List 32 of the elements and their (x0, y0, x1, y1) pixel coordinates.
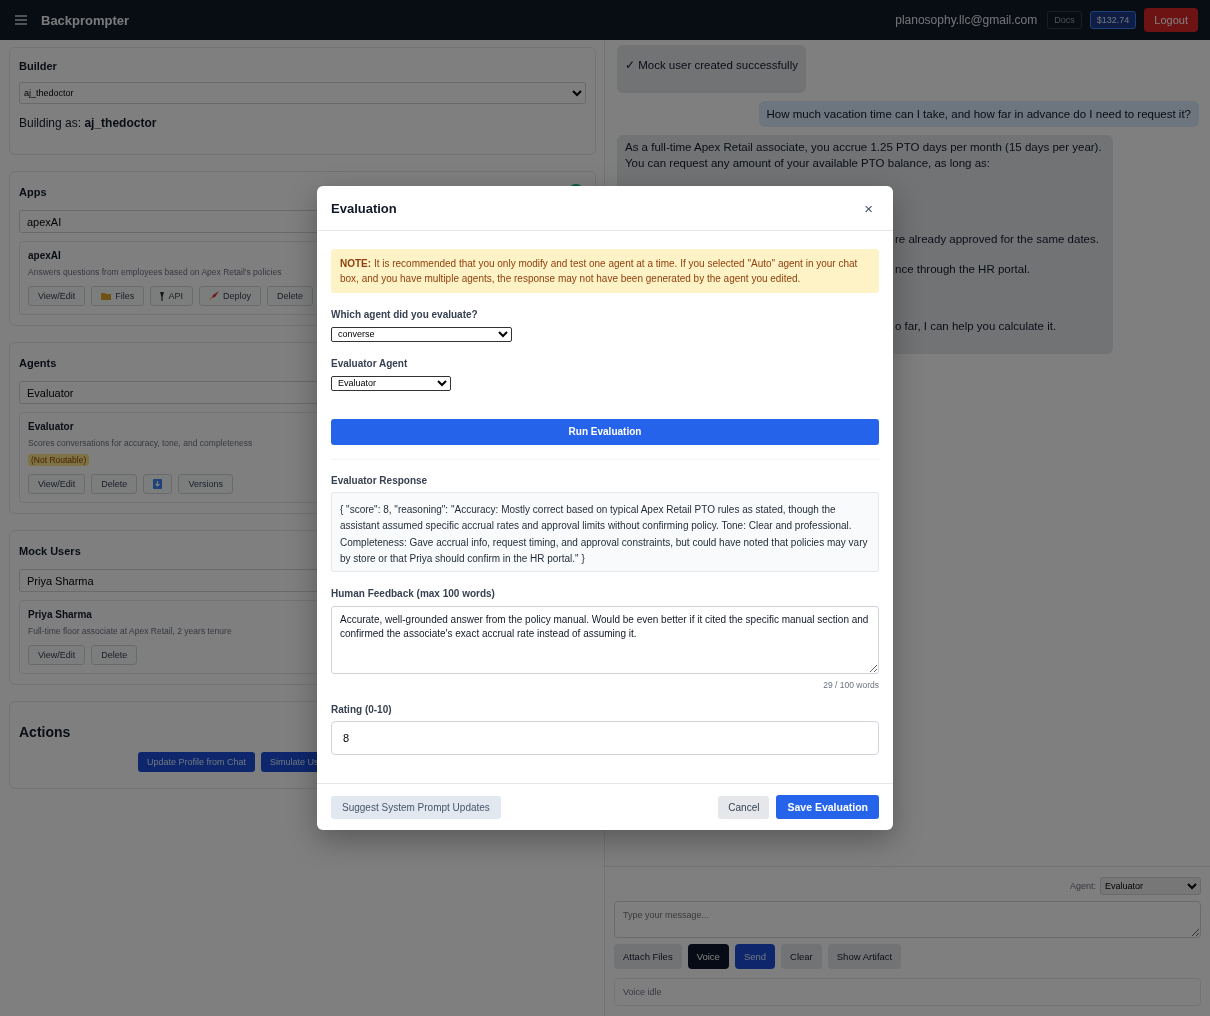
note-text: NOTE: It is recommended that you only modify and test one agent at a time. If you selected "Auto" agent in your chat box, and you have multiple agents, the response may not have been generated by the agent you edited. (331, 248, 879, 293)
message-text: How much vacation time can I take, and how far in advance do I need to request it? (766, 107, 1191, 122)
section-title: Mock Users (19, 545, 81, 557)
message-text: As a full-time Apex Retail associate, you accrue 1.25 PTO days per month (15 days per year). (625, 140, 1102, 155)
building-as-text: Building as: aj_thedoctor (19, 116, 158, 130)
message-text: re already approved for the same dates. (895, 232, 1099, 247)
section-title: Actions (19, 724, 71, 740)
evaluator-response: { "score": 8, "reasoning": "Accuracy: Mostly correct based on typical Apex Retail PTO rules as stated, though the assistant assumed specific accrual rates and approval limits without confirming policy. Tone: Clear and professional. Completeness: Gave accrual info, request timing, and approval constraints, but could have noted that policies may vary by store or that Priya should confirm in the HR portal." } (331, 491, 879, 573)
message-text: o far, I can help you calculate it. (895, 319, 1057, 334)
field-label: Rating (0-10) (331, 704, 393, 716)
item-name: apexAI (28, 250, 61, 261)
field-label: Evaluator Agent (331, 357, 409, 369)
item-description: Full-time floor associate at Apex Retail, 2 years tenure (28, 626, 232, 636)
message-text: nce through the HR portal. (895, 262, 1030, 277)
status-badge: (Not Routable) (28, 454, 90, 466)
section-title: Apps (19, 186, 47, 198)
message-text: You can request any amount of your available PTO balance, as long as: (625, 156, 991, 171)
message-text: ✓ Mock user created successfully (625, 58, 798, 73)
voice-status: Voice idle (614, 978, 1201, 1006)
item-name: Priya Sharma (28, 609, 92, 620)
section-title: Builder (19, 60, 58, 72)
word-count: 29 / 100 words (823, 680, 879, 691)
user-email: planosophy.llc@gmail.com (895, 13, 1038, 27)
app-title: Backprompter (41, 12, 130, 28)
item-description: Scores conversations for accuracy, tone, and completeness (28, 438, 253, 448)
section-title: Agents (19, 357, 57, 369)
agent-label: Agent: (1069, 881, 1096, 891)
item-description: Answers questions from employees based on Apex Retail's policies (28, 267, 282, 277)
field-label: Which agent did you evaluate? (331, 308, 479, 320)
field-label: Evaluator Response (331, 458, 879, 486)
balance-badge: $132.74 (1089, 11, 1137, 29)
item-name: Evaluator (28, 421, 74, 432)
